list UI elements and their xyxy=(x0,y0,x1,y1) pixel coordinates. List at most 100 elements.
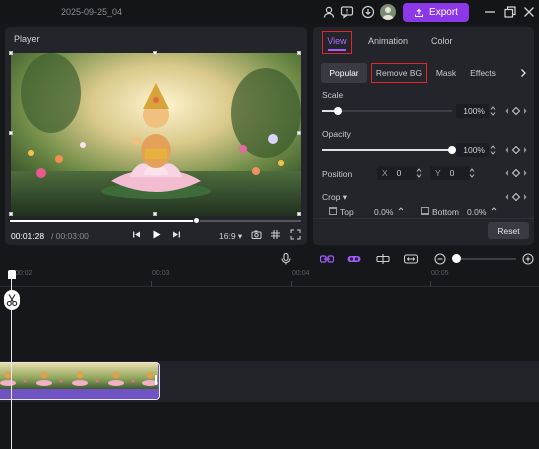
fit-timeline-icon[interactable] xyxy=(404,253,418,265)
time-current: 00:01:28 xyxy=(11,231,45,241)
divider xyxy=(313,218,534,219)
crop-top-icon xyxy=(329,207,337,215)
avatar[interactable] xyxy=(380,4,396,20)
close-icon[interactable] xyxy=(522,5,536,19)
crop-top-stepper[interactable] xyxy=(398,207,404,215)
feedback-icon[interactable] xyxy=(340,5,354,19)
resize-handle[interactable] xyxy=(9,131,13,135)
zoom-out-icon[interactable] xyxy=(433,253,447,265)
aspect-ratio-dropdown[interactable]: 16:9 ▾ xyxy=(219,231,242,242)
video-preview[interactable] xyxy=(11,53,301,216)
split-track-icon[interactable] xyxy=(376,253,390,265)
position-x-stepper[interactable] xyxy=(416,166,422,180)
project-title: 2025-09-25_04 xyxy=(61,7,123,17)
player-title: Player xyxy=(14,34,40,44)
crop-bottom-stepper[interactable] xyxy=(491,207,497,215)
clip-thumbnails xyxy=(0,363,158,389)
crop-label[interactable]: Crop ▾ xyxy=(322,192,347,203)
x-label: X xyxy=(382,168,388,178)
subtab-bar: Popular Remove BG Mask Effects xyxy=(319,63,529,83)
opacity-input[interactable]: 100% xyxy=(456,143,489,157)
scrubber-knob[interactable] xyxy=(193,217,201,224)
resize-handle[interactable] xyxy=(9,212,13,216)
resize-handle[interactable] xyxy=(297,131,301,135)
tab-color[interactable]: Color xyxy=(431,36,453,46)
scale-input[interactable]: 100% xyxy=(456,104,489,118)
zoom-in-icon[interactable] xyxy=(521,253,535,265)
timeline-ruler[interactable]: 00:02 00:03 00:04 00:05 xyxy=(0,269,539,287)
resize-handle[interactable] xyxy=(297,51,301,55)
opacity-slider-fill xyxy=(322,149,452,151)
active-tab-indicator xyxy=(328,49,346,51)
resize-handle[interactable] xyxy=(153,212,157,216)
next-frame-icon[interactable] xyxy=(171,229,182,240)
keyframe-nav-icon[interactable] xyxy=(505,193,527,201)
ruler-label: 00:02 xyxy=(15,270,33,277)
ruler-tick xyxy=(430,281,431,287)
position-y-stepper[interactable] xyxy=(469,166,475,180)
time-total: / 00:03:00 xyxy=(51,231,89,241)
ruler-label: 00:04 xyxy=(292,270,310,277)
snap-icon[interactable] xyxy=(347,253,361,265)
export-button[interactable]: Export xyxy=(403,3,469,22)
link-clips-icon[interactable] xyxy=(320,253,334,265)
restore-icon[interactable] xyxy=(503,5,517,19)
zoom-slider[interactable] xyxy=(453,258,516,260)
resize-handle[interactable] xyxy=(297,212,301,216)
keyframe-nav-icon[interactable] xyxy=(505,146,527,154)
crop-top-value[interactable]: 0.0% xyxy=(374,207,393,217)
crop-row: Top 0.0% Bottom 0.0% xyxy=(322,207,522,217)
split-button[interactable] xyxy=(4,290,20,310)
opacity-label: Opacity xyxy=(322,129,351,139)
export-label: Export xyxy=(429,7,458,18)
scale-label: Scale xyxy=(322,90,344,100)
ruler-label: 00:05 xyxy=(431,270,449,277)
x-value: 0 xyxy=(396,168,402,178)
snapshot-icon[interactable] xyxy=(251,229,262,240)
position-y-field[interactable]: Y 0 xyxy=(430,166,470,180)
tab-animation[interactable]: Animation xyxy=(368,36,408,46)
properties-panel: View Animation Color Popular Remove BG M… xyxy=(313,27,534,245)
reset-button[interactable]: Reset xyxy=(488,222,529,239)
crop-bottom-value[interactable]: 0.0% xyxy=(467,207,486,217)
position-label: Position xyxy=(322,169,353,179)
fullscreen-icon[interactable] xyxy=(290,229,301,240)
ruler-tick xyxy=(151,281,152,287)
video-clip[interactable] xyxy=(0,362,160,400)
export-icon xyxy=(414,8,424,18)
microphone-icon[interactable] xyxy=(279,253,293,265)
chevron-right-icon[interactable] xyxy=(517,67,529,79)
play-icon[interactable] xyxy=(151,229,162,240)
user-icon[interactable] xyxy=(322,5,336,19)
opacity-slider-knob[interactable] xyxy=(448,146,456,154)
subtab-popular[interactable]: Popular xyxy=(321,63,367,83)
scissors-icon xyxy=(6,293,18,307)
playhead-handle[interactable] xyxy=(8,270,16,279)
y-value: 0 xyxy=(449,168,455,178)
scale-slider-knob[interactable] xyxy=(333,107,342,115)
y-label: Y xyxy=(435,168,441,178)
opacity-stepper[interactable] xyxy=(490,143,496,157)
minimize-icon[interactable] xyxy=(483,5,497,19)
clip-audio-bar xyxy=(0,389,158,399)
grid-icon[interactable] xyxy=(270,229,281,240)
resize-handle[interactable] xyxy=(153,51,157,55)
scale-stepper[interactable] xyxy=(490,104,496,118)
download-icon[interactable] xyxy=(361,5,375,19)
crop-bottom-icon xyxy=(421,207,429,215)
crop-bottom-label: Bottom xyxy=(432,207,459,217)
keyframe-nav-icon[interactable] xyxy=(505,169,527,177)
prev-frame-icon[interactable] xyxy=(131,229,142,240)
zoom-slider-knob[interactable] xyxy=(451,254,461,263)
subtab-mask[interactable]: Mask xyxy=(431,63,461,83)
clip-trim-handle[interactable] xyxy=(155,375,157,385)
resize-handle[interactable] xyxy=(9,51,13,55)
keyframe-nav-icon[interactable] xyxy=(505,107,527,115)
player-panel: Player 00:01:28 / 00:03:00 16:9 ▾ xyxy=(5,27,307,245)
subtab-effects[interactable]: Effects xyxy=(467,63,499,83)
crop-top-label: Top xyxy=(340,207,354,217)
ruler-label: 00:03 xyxy=(152,270,170,277)
ruler-tick xyxy=(291,281,292,287)
position-x-field[interactable]: X 0 xyxy=(377,166,417,180)
subtab-remove-bg[interactable]: Remove BG xyxy=(371,63,427,83)
